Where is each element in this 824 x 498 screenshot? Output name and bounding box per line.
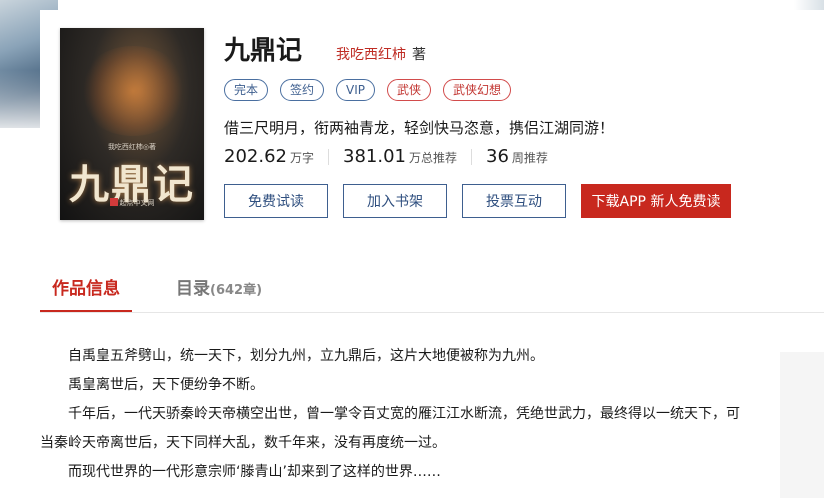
tab-book-info[interactable]: 作品信息	[40, 268, 132, 312]
tag-vip: VIP	[336, 79, 376, 101]
stat-total-recommend-value: 381.01	[343, 146, 406, 167]
tag-completed: 完本	[224, 79, 269, 101]
book-stats: 202.62 万字 381.01 万总推荐 36 周推荐	[224, 146, 548, 167]
cover-publisher-name: 起点中文网	[119, 199, 155, 207]
publisher-logo-icon	[109, 198, 118, 206]
summary-paragraph: 禹皇离世后，天下便纷争不断。	[68, 377, 264, 393]
content-tabs: 作品信息 目录(642章)	[40, 268, 824, 313]
summary-paragraph: 自禹皇五斧劈山，统一天下，划分九州，立九鼎后，这片大地便被称为九州。	[68, 348, 544, 364]
tag-category-wuxia[interactable]: 武侠	[387, 79, 432, 101]
free-read-button[interactable]: 免费试读	[224, 184, 328, 218]
download-app-button[interactable]: 下载APP 新人免费读	[581, 184, 731, 218]
tab-catalog-label: 目录	[176, 279, 210, 299]
stat-word-count-unit: 万字	[289, 151, 314, 165]
stat-divider	[471, 148, 472, 165]
stat-divider	[328, 148, 329, 165]
side-panel	[780, 352, 824, 498]
cover-publisher: 起点中文网	[60, 198, 204, 208]
book-cover[interactable]: 我吃西红柿◎著 九鼎记 起点中文网	[60, 28, 204, 220]
stat-total-recommend: 381.01 万总推荐	[343, 146, 457, 167]
stat-week-recommend: 36 周推荐	[486, 146, 548, 167]
tag-signed: 签约	[280, 79, 325, 101]
summary-paragraph: 而现代世界的一代形意宗师‘滕青山’却来到了这样的世界……	[68, 464, 441, 480]
cover-author: 我吃西红柿◎著	[107, 143, 157, 151]
book-summary: 自禹皇五斧劈山，统一天下，划分九州，立九鼎后，这片大地便被称为九州。 禹皇离世后…	[40, 342, 750, 487]
action-bar: 免费试读 加入书架 投票互动 下载APP 新人免费读	[224, 184, 731, 218]
stat-week-recommend-unit: 周推荐	[511, 151, 548, 165]
summary-paragraph: 千年后，一代天骄秦岭天帝横空出世，曾一掌令百丈宽的雁江江水断流，凭绝世武力，最终…	[40, 406, 740, 451]
tab-catalog-count: (642章)	[210, 283, 263, 298]
tab-catalog[interactable]: 目录(642章)	[176, 268, 262, 310]
background-edge	[794, 0, 824, 10]
add-to-shelf-button[interactable]: 加入书架	[343, 184, 447, 218]
tag-subcategory-wuxia-fantasy[interactable]: 武侠幻想	[443, 79, 512, 101]
stat-word-count-value: 202.62	[224, 146, 287, 167]
stat-week-recommend-value: 36	[486, 146, 509, 167]
tag-list: 完本 签约 VIP 武侠 武侠幻想	[224, 79, 512, 101]
stat-word-count: 202.62 万字	[224, 146, 314, 167]
book-title: 九鼎记	[224, 36, 303, 66]
author-link[interactable]: 我吃西红柿	[336, 44, 406, 64]
author-suffix: 著	[412, 47, 426, 63]
cover-art	[78, 46, 188, 136]
stat-total-recommend-unit: 万总推荐	[408, 151, 457, 165]
book-intro: 借三尺明月，衔两袖青龙，轻剑快马恣意，携侣江湖同游！	[224, 119, 615, 137]
vote-button[interactable]: 投票互动	[462, 184, 566, 218]
